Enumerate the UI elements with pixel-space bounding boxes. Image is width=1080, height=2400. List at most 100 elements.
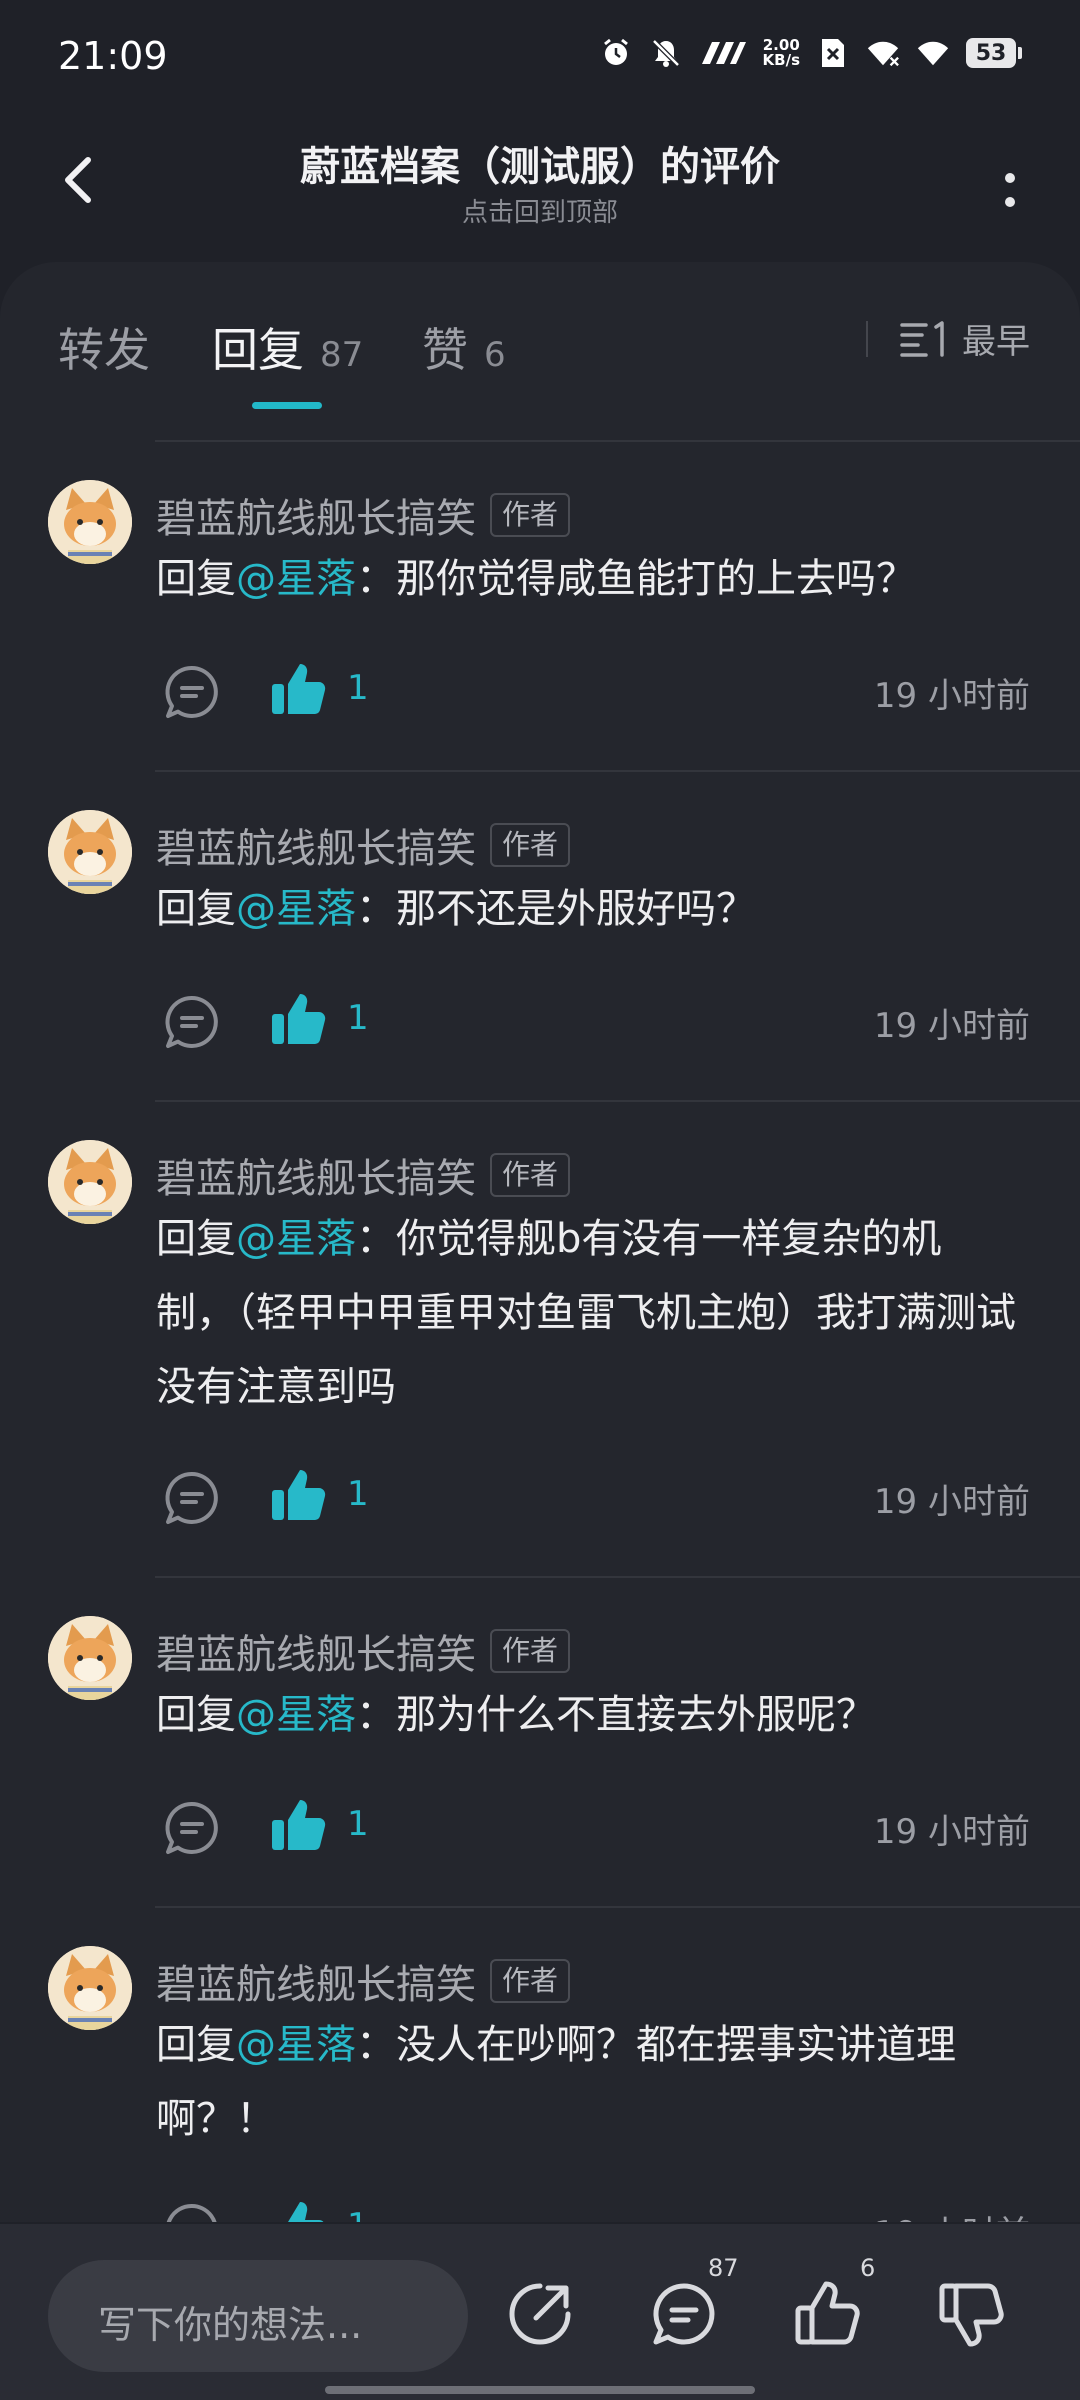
thumbs-up-icon: [288, 2202, 324, 2222]
like-button[interactable]: [268, 1464, 330, 1526]
like-count: 1: [347, 668, 369, 708]
comment-bubble-icon: [166, 2203, 217, 2222]
more-options-button[interactable]: [980, 154, 1040, 226]
divider: [155, 1906, 1080, 1908]
thumbs-up-icon: [272, 1470, 326, 1520]
like-count: 1: [347, 2206, 369, 2222]
tab-likes[interactable]: 赞 6: [422, 314, 506, 380]
network-speed: 2.00 KB/s: [762, 36, 800, 69]
thumbs-up-icon: [272, 664, 326, 714]
mention-link[interactable]: @星落: [236, 1216, 356, 1262]
page-title[interactable]: 蔚蓝档案（测试服）的评价: [0, 134, 1080, 192]
bottom-action-bar: 写下你的想法... 87 6: [0, 2224, 1080, 2400]
signal-icon: [866, 36, 900, 70]
sim-disabled-icon: [816, 36, 850, 70]
comment-time: 19 小时前: [873, 1812, 1030, 1852]
avatar[interactable]: [48, 1946, 132, 2030]
sort-button[interactable]: 最早: [866, 314, 1030, 363]
status-icons: 2.00 KB/s 53: [599, 36, 1022, 70]
tab-replies[interactable]: 回复 87: [212, 314, 363, 380]
comment-bubble-icon: [165, 665, 218, 718]
reply-button[interactable]: [162, 992, 222, 1052]
mention-link[interactable]: @星落: [236, 556, 356, 602]
alarm-icon: [599, 36, 633, 70]
like-count-badge: 6: [860, 2254, 876, 2282]
tab-likes-count: 6: [484, 335, 506, 375]
page-header: 蔚蓝档案（测试服）的评价 点击回到顶部: [0, 110, 1080, 260]
author-badge: 作者: [490, 823, 571, 867]
tab-bar: 转发 回复 87 赞 6 最早: [0, 262, 1080, 442]
like-button[interactable]: [268, 988, 330, 1050]
sort-divider: [866, 320, 868, 357]
back-to-top-hint[interactable]: 点击回到顶部: [0, 192, 1080, 229]
active-tab-indicator: [252, 402, 322, 409]
vpn-icon: [699, 36, 747, 70]
reply-count-badge: 87: [708, 2254, 739, 2282]
comment-bubble-icon: [165, 995, 218, 1048]
author-name[interactable]: 碧蓝航线舰长搞笑: [156, 816, 476, 874]
thumbs-up-icon: [272, 994, 326, 1044]
comment-text[interactable]: 回复@星落：那为什么不直接去外服呢？: [156, 1678, 1016, 1752]
status-time: 21:09: [58, 34, 168, 78]
like-button[interactable]: [268, 658, 330, 720]
avatar[interactable]: [48, 1140, 132, 1224]
author-badge: 作者: [490, 1153, 571, 1197]
comment-bubble-icon: [165, 1471, 218, 1524]
reply-button[interactable]: [162, 1798, 222, 1858]
divider: [155, 1100, 1080, 1102]
thumbs-up-icon: [272, 1800, 326, 1850]
author-name[interactable]: 碧蓝航线舰长搞笑: [156, 1952, 476, 2010]
fox-avatar-icon: [48, 1616, 132, 1700]
tab-replies-count: 87: [320, 335, 364, 375]
home-indicator[interactable]: [325, 2386, 755, 2394]
comment-text[interactable]: 回复@星落：没人在吵啊？都在摆事实讲道理啊？！: [156, 2008, 1016, 2156]
comment-text[interactable]: 回复@星落：那不还是外服好吗？: [156, 872, 1016, 946]
author-badge: 作者: [490, 493, 571, 537]
author-name[interactable]: 碧蓝航线舰长搞笑: [156, 1622, 476, 1680]
battery-icon: 53: [966, 38, 1022, 68]
reply-button[interactable]: [162, 1468, 222, 1528]
mention-link[interactable]: @星落: [236, 2022, 356, 2068]
mention-link[interactable]: @星落: [236, 886, 356, 932]
replies-button[interactable]: [644, 2274, 724, 2354]
comment-time: 19 小时前: [874, 2206, 1030, 2222]
dislike-button[interactable]: [934, 2274, 1014, 2354]
mute-icon: [649, 36, 683, 70]
divider: [155, 770, 1080, 772]
fox-avatar-icon: [48, 1946, 132, 2030]
reply-button[interactable]: [162, 2200, 222, 2222]
like-post-button[interactable]: [790, 2274, 870, 2354]
like-button[interactable]: [268, 1794, 330, 1856]
sort-order-icon: [900, 320, 944, 357]
comment-input[interactable]: 写下你的想法...: [48, 2260, 468, 2372]
author-name[interactable]: 碧蓝航线舰长搞笑: [156, 1146, 476, 1204]
fox-avatar-icon: [48, 480, 132, 564]
more-dot-icon: [1005, 173, 1015, 183]
fox-avatar-icon: [48, 810, 132, 894]
avatar[interactable]: [48, 480, 132, 564]
comment-bubble-icon: [165, 1801, 218, 1854]
avatar[interactable]: [48, 810, 132, 894]
more-dot-icon: [1005, 197, 1015, 207]
author-name[interactable]: 碧蓝航线舰长搞笑: [156, 486, 476, 544]
like-button[interactable]: [268, 2196, 330, 2222]
divider: [155, 440, 1080, 442]
tab-forward[interactable]: 转发: [58, 314, 150, 380]
thumbs-down-icon: [939, 2283, 1004, 2347]
avatar[interactable]: [48, 1616, 132, 1700]
divider: [155, 1576, 1080, 1578]
comment-time: 19 小时前: [873, 676, 1030, 716]
share-icon: [509, 2283, 571, 2345]
author-badge: 作者: [490, 1629, 571, 1673]
reply-button[interactable]: [162, 662, 222, 722]
wifi-icon: [916, 36, 950, 70]
comment-text[interactable]: 回复@星落：那你觉得咸鱼能打的上去吗？: [156, 542, 1016, 616]
like-count: 1: [347, 998, 369, 1038]
like-count: 1: [347, 1474, 369, 1514]
comment-text[interactable]: 回复@星落：你觉得舰b有没有一样复杂的机制，（轻甲中甲重甲对鱼雷飞机主炮）我打满…: [156, 1202, 1016, 1424]
comment-input-placeholder: 写下你的想法...: [98, 2303, 363, 2347]
like-count: 1: [347, 1804, 369, 1844]
comment-time: 19 小时前: [873, 1006, 1030, 1046]
share-button[interactable]: [500, 2274, 580, 2354]
mention-link[interactable]: @星落: [236, 1692, 356, 1738]
